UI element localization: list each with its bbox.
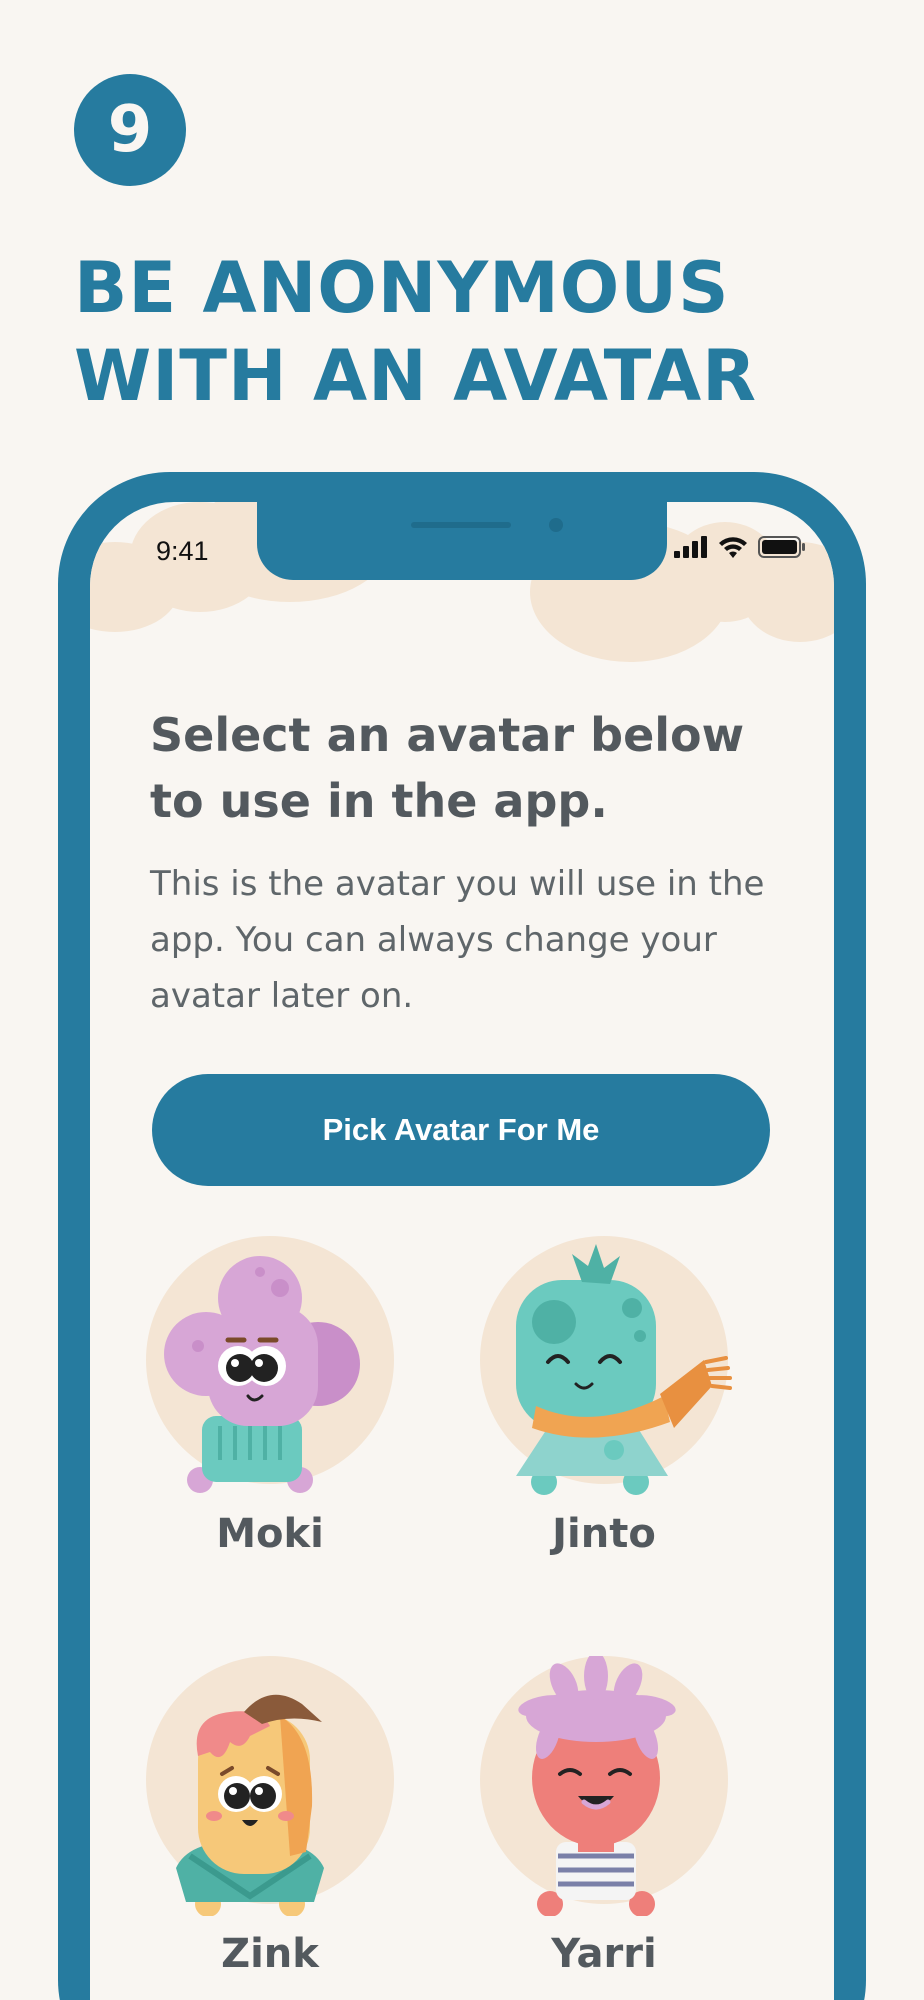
avatar-name-yarri: Yarri [551, 1931, 657, 1977]
yarri-avatar-icon [518, 1656, 676, 1916]
headline-line-1: BE ANONYMOUS [74, 247, 730, 329]
battery-icon [758, 536, 805, 558]
page-headline: BE ANONYMOUS WITH AN AVATAR [74, 244, 874, 420]
screen-title: Select an avatar below to use in the app… [150, 702, 790, 834]
jinto-avatar-icon [516, 1244, 732, 1495]
avatar-option-yarri[interactable]: Yarri [464, 1656, 744, 2000]
phone-notch [257, 502, 667, 580]
avatar-option-moki[interactable]: Moki [130, 1236, 410, 1606]
screen-description: This is the avatar you will use in the a… [150, 864, 765, 1016]
screen-title-line-1: Select an avatar below [150, 708, 745, 762]
pick-avatar-button[interactable]: Pick Avatar For Me [152, 1074, 770, 1186]
status-time: 9:41 [156, 536, 209, 566]
status-icons [674, 532, 806, 562]
signal-icon [674, 536, 707, 558]
avatar-name-moki: Moki [216, 1511, 324, 1557]
wifi-icon [719, 537, 747, 558]
moki-avatar-icon [164, 1256, 360, 1493]
step-number-badge: 9 [74, 74, 186, 186]
avatar-option-jinto[interactable]: Jinto [464, 1236, 744, 1606]
avatar-name-zink: Zink [221, 1931, 319, 1977]
headline-line-2: WITH AN AVATAR [74, 335, 758, 417]
screen-title-line-2: to use in the app. [150, 774, 608, 828]
phone-screen: 9:41 Select an avatar below to use in th… [90, 502, 834, 2000]
avatar-name-jinto: Jinto [552, 1511, 656, 1557]
avatar-option-zink[interactable]: Zink [130, 1656, 410, 2000]
speaker-grille [411, 522, 511, 528]
zink-avatar-icon [176, 1694, 324, 1916]
camera-icon [549, 518, 563, 532]
